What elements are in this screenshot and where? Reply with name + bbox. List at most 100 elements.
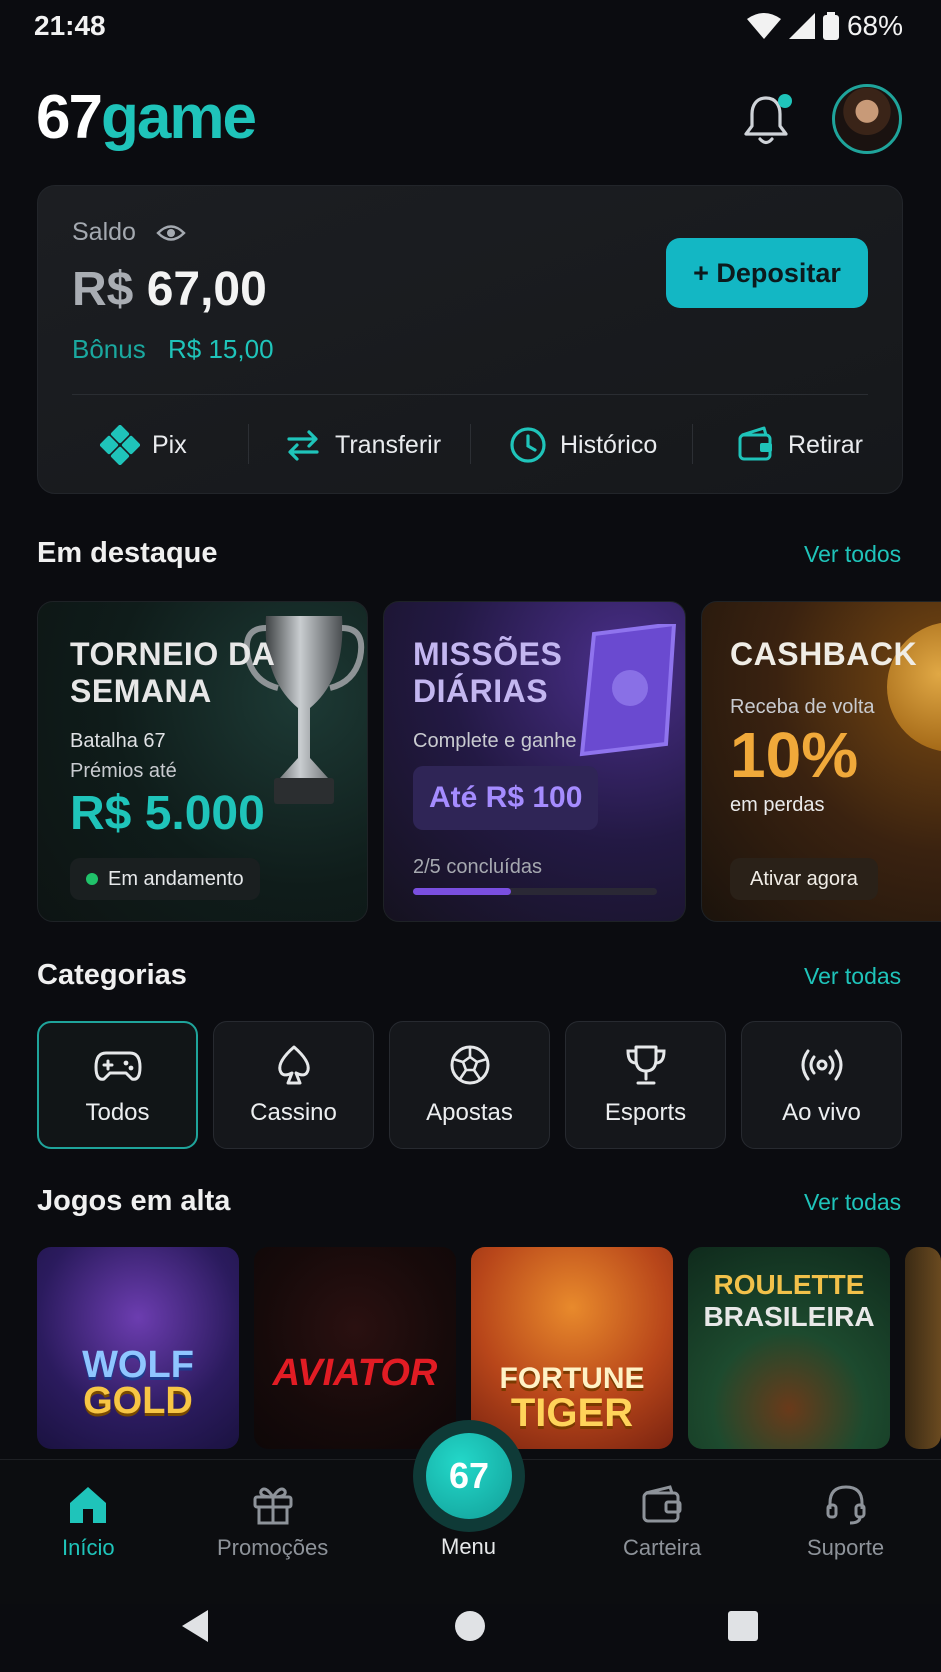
tournament-title-line-2: SEMANA: [70, 673, 212, 709]
nav-label: Suporte: [807, 1535, 885, 1560]
pix-icon: [100, 425, 140, 465]
action-separator: [470, 424, 471, 464]
spade-icon: [277, 1045, 310, 1085]
category-bets[interactable]: Apostas: [389, 1021, 550, 1149]
trophy-outline-icon: [625, 1045, 666, 1085]
game-tile-wolf-gold[interactable]: WOLF GOLD: [37, 1247, 239, 1449]
category-esports[interactable]: Esports: [565, 1021, 726, 1149]
history-action[interactable]: Histórico: [508, 420, 657, 470]
cashback-subtitle: Receba de volta: [730, 696, 875, 718]
missions-progress-fill: [413, 888, 511, 895]
games-see-all-link[interactable]: Ver todas: [804, 1189, 901, 1216]
status-icons: 68%: [746, 10, 903, 42]
balance-value: 67,00: [146, 263, 267, 316]
pix-label: Pix: [152, 430, 187, 459]
soccer-ball-icon: [450, 1045, 489, 1085]
featured-title: Em destaque: [37, 537, 218, 569]
cashback-card[interactable]: CASHBACK Receba de volta 10% em perdas A…: [701, 601, 941, 922]
menu-button[interactable]: 67: [426, 1433, 512, 1519]
logo-word: game: [100, 83, 257, 152]
game-tile-fortune-tiger[interactable]: FORTUNE TIGER: [471, 1247, 673, 1449]
nav-label: Início: [62, 1535, 115, 1560]
game-title: FORTUNE TIGER: [500, 1362, 645, 1435]
recents-icon[interactable]: [727, 1610, 759, 1642]
category-label: Cassino: [250, 1099, 337, 1126]
game-tile-roulette[interactable]: ROULETTE BRASILEIRA: [688, 1247, 890, 1449]
game-title: AVIATOR: [272, 1351, 438, 1394]
missions-title-line-1: MISSÕES: [413, 636, 563, 672]
withdraw-action[interactable]: Retirar: [736, 420, 863, 470]
game-title-line-2: GOLD: [83, 1380, 193, 1422]
wifi-icon: [746, 13, 781, 39]
cashback-percent: 10%: [730, 719, 859, 791]
app-logo[interactable]: 67game: [36, 82, 257, 153]
missions-progress-track: [413, 888, 657, 895]
back-icon[interactable]: [178, 1608, 212, 1644]
logo-number: 67: [36, 83, 103, 152]
cashback-title: CASHBACK: [730, 636, 918, 672]
clock-icon: [510, 427, 546, 463]
game-title-line-2: TIGER: [510, 1391, 634, 1435]
category-live[interactable]: Ao vivo: [741, 1021, 902, 1149]
status-badge: Em andamento: [70, 858, 260, 900]
missions-title: MISSÕES DIÁRIAS: [413, 636, 562, 710]
tournament-prize-label: Prémios até: [70, 760, 177, 782]
tournament-card[interactable]: TORNEIO DA SEMANA Batalha 67 Prémios até…: [37, 601, 368, 922]
tournament-title-line-1: TORNEIO DA: [70, 636, 276, 672]
action-separator: [692, 424, 693, 464]
eye-icon[interactable]: [156, 220, 186, 246]
category-all[interactable]: Todos: [37, 1021, 198, 1149]
card-divider: [72, 394, 868, 395]
status-dot: [86, 873, 98, 885]
category-label: Todos: [85, 1099, 150, 1126]
nav-wallet[interactable]: Carteira: [623, 1483, 701, 1561]
bonus-value: R$ 15,00: [168, 334, 274, 364]
nav-support[interactable]: Suporte: [807, 1483, 884, 1561]
missions-reward: Até R$ 100: [413, 766, 599, 830]
nav-label: Promoções: [217, 1535, 329, 1560]
category-label: Ao vivo: [782, 1099, 861, 1126]
game-tile-aviator[interactable]: AVIATOR: [254, 1247, 456, 1449]
battery-icon: [822, 12, 839, 40]
tournament-prize: R$ 5.000: [70, 787, 265, 840]
category-casino[interactable]: Cassino: [213, 1021, 374, 1149]
deposit-button[interactable]: + Depositar: [666, 238, 868, 308]
home-icon: [70, 1487, 107, 1523]
balance-amount: R$ 67,00: [72, 262, 267, 317]
game-tile-partial[interactable]: [905, 1247, 941, 1449]
status-time: 21:48: [34, 10, 106, 41]
nav-promotions[interactable]: Promoções: [217, 1483, 328, 1561]
category-label: Apostas: [426, 1099, 513, 1126]
game-title-line-1: ROULETTE: [713, 1269, 865, 1300]
game-title-line-1: WOLF: [82, 1344, 194, 1386]
balance-currency: R$: [72, 263, 134, 316]
activate-button[interactable]: Ativar agora: [730, 858, 878, 900]
battery-percent: 68%: [846, 10, 903, 41]
history-label: Histórico: [560, 430, 658, 459]
tournament-title: TORNEIO DA SEMANA: [70, 636, 275, 710]
featured-see-all-link[interactable]: Ver todos: [804, 541, 901, 568]
cashback-caption: em perdas: [730, 794, 825, 816]
avatar[interactable]: [832, 84, 902, 154]
treasure-icon: [579, 624, 677, 757]
bonus-label: Bônus: [72, 334, 146, 364]
nav-label: Carteira: [623, 1535, 702, 1560]
notification-dot: [778, 94, 792, 108]
headset-icon: [826, 1485, 866, 1525]
missions-card[interactable]: MISSÕES DIÁRIAS Complete e ganhe Até R$ …: [383, 601, 686, 922]
nav-home[interactable]: Início: [62, 1483, 115, 1561]
missions-progress-text: 2/5 concluídas: [413, 856, 542, 878]
transfer-action[interactable]: Transferir: [283, 420, 441, 470]
games-title: Jogos em alta: [37, 1185, 231, 1217]
category-label: Esports: [604, 1099, 687, 1126]
missions-title-line-2: DIÁRIAS: [413, 673, 549, 709]
status-badge-label: Em andamento: [108, 867, 244, 890]
broadcast-icon: [801, 1049, 842, 1081]
home-circle-icon[interactable]: [454, 1610, 486, 1642]
withdraw-label: Retirar: [788, 430, 864, 459]
wallet-icon: [642, 1485, 682, 1523]
categories-see-all-link[interactable]: Ver todas: [804, 963, 901, 990]
pix-action[interactable]: Pix: [100, 420, 187, 470]
gift-icon: [253, 1487, 293, 1525]
nav-menu-label: Menu: [441, 1534, 497, 1559]
